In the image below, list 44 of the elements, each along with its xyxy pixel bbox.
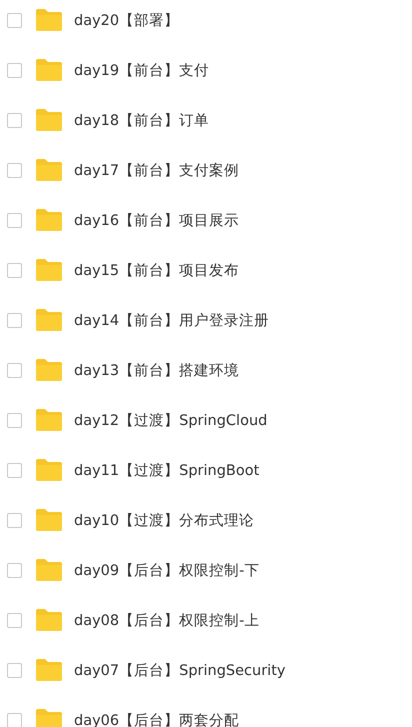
- folder-name[interactable]: day10【过渡】分布式理论: [74, 510, 254, 530]
- checkbox[interactable]: [7, 562, 22, 578]
- folder-icon: [36, 559, 62, 581]
- folder-icon: [36, 109, 62, 131]
- folder-icon: [36, 9, 62, 31]
- folder-name[interactable]: day20【部署】: [74, 10, 180, 30]
- checkbox[interactable]: [7, 662, 22, 678]
- checkbox[interactable]: [7, 212, 22, 228]
- folder-icon: [36, 509, 62, 531]
- folder-icon: [36, 259, 62, 281]
- folder-icon: [36, 209, 62, 231]
- folder-name[interactable]: day14【前台】用户登录注册: [74, 310, 270, 330]
- checkbox[interactable]: [7, 112, 22, 128]
- folder-name[interactable]: day15【前台】项目发布: [74, 260, 240, 280]
- folder-name[interactable]: day19【前台】支付: [74, 60, 210, 80]
- checkbox[interactable]: [7, 162, 22, 178]
- folder-icon: [36, 59, 62, 81]
- folder-icon: [36, 659, 62, 681]
- checkbox[interactable]: [7, 62, 22, 78]
- checkbox[interactable]: [7, 612, 22, 628]
- folder-name[interactable]: day13【前台】搭建环境: [74, 360, 240, 380]
- folder-icon: [36, 709, 62, 727]
- checkbox[interactable]: [7, 362, 22, 378]
- folder-icon: [36, 159, 62, 181]
- folder-name[interactable]: day16【前台】项目展示: [74, 210, 240, 230]
- checkbox[interactable]: [7, 412, 22, 428]
- folder-name[interactable]: day11【过渡】SpringBoot: [74, 460, 260, 480]
- checkbox[interactable]: [7, 462, 22, 478]
- folder-icon: [36, 409, 62, 431]
- folder-name[interactable]: day18【前台】订单: [74, 110, 210, 130]
- checkbox[interactable]: [7, 12, 22, 28]
- folder-icon: [36, 609, 62, 631]
- folder-icon: [36, 359, 62, 381]
- folder-name[interactable]: day12【过渡】SpringCloud: [74, 410, 268, 430]
- folder-name[interactable]: day07【后台】SpringSecurity: [74, 660, 286, 680]
- folder-name[interactable]: day17【前台】支付案例: [74, 160, 240, 180]
- folder-icon: [36, 309, 62, 331]
- folder-icon: [36, 459, 62, 481]
- folder-name[interactable]: day09【后台】权限控制-下: [74, 560, 260, 580]
- checkbox[interactable]: [7, 712, 22, 727]
- checkbox[interactable]: [7, 262, 22, 278]
- checkbox[interactable]: [7, 512, 22, 528]
- folder-name[interactable]: day08【后台】权限控制-上: [74, 610, 260, 630]
- checkbox[interactable]: [7, 312, 22, 328]
